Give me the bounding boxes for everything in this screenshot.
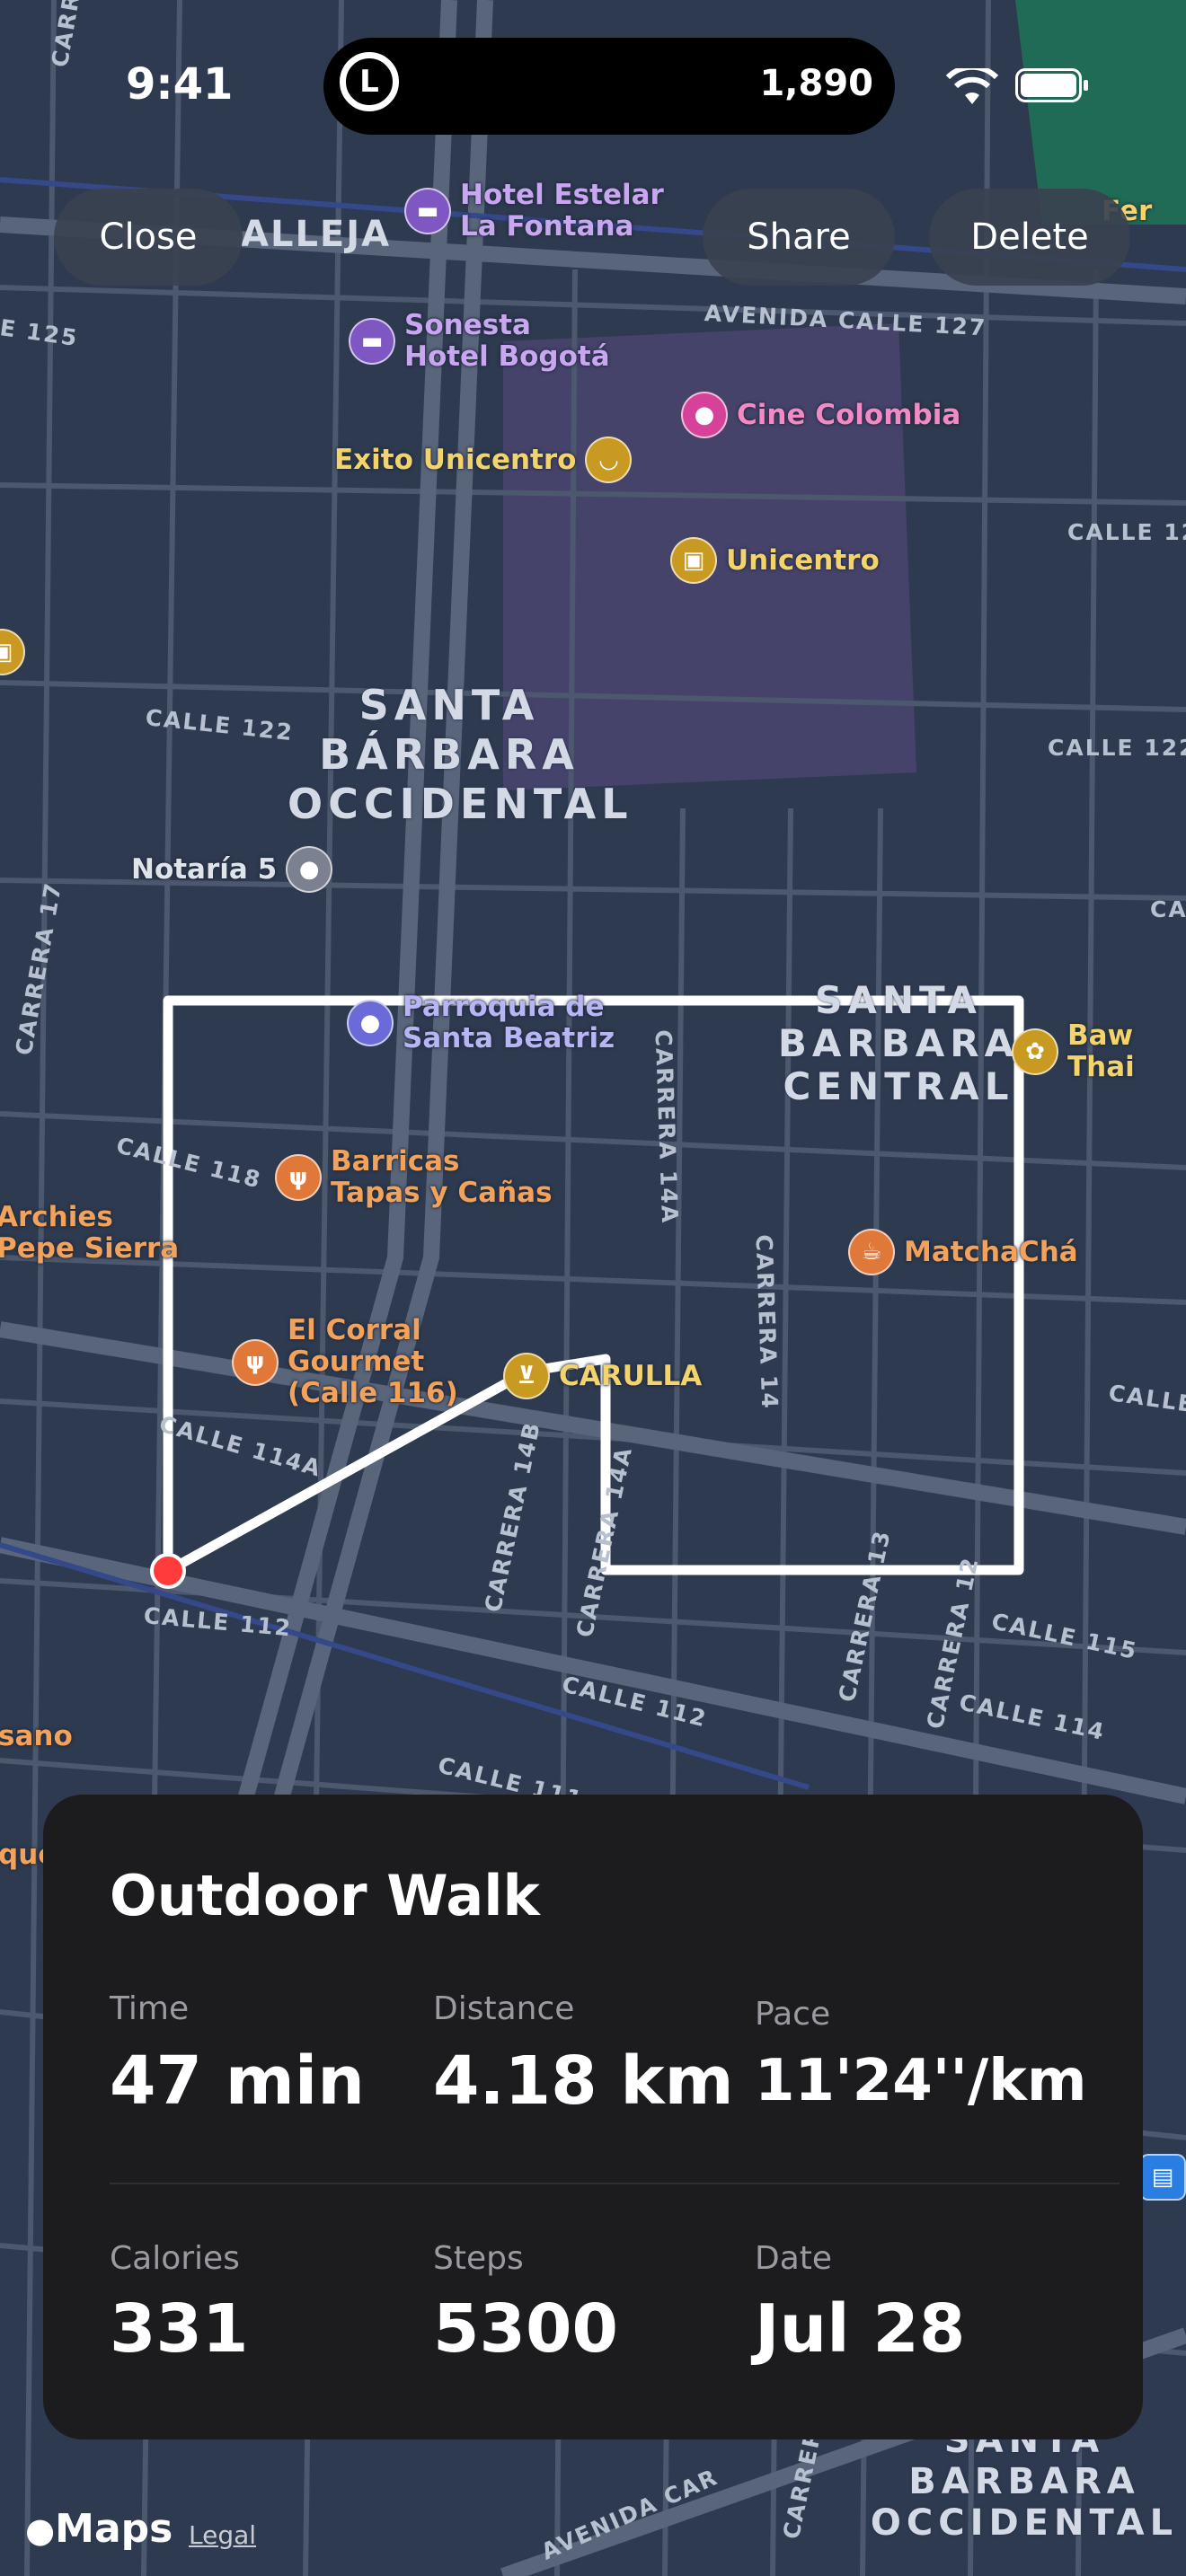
workout-summary-card: Outdoor Walk Time 47 min Distance 4.18 k… bbox=[43, 1795, 1143, 2439]
poi-label: El Corral Gourmet (Calle 116) bbox=[288, 1314, 458, 1409]
status-time: 9:41 bbox=[126, 59, 234, 110]
stat-time-label: Time bbox=[110, 1990, 190, 2027]
stat-distance-label: Distance bbox=[433, 1990, 575, 2027]
lotus-icon: ✿ bbox=[1012, 1028, 1058, 1075]
poi-barricas[interactable]: ψ Barricas Tapas y Cañas bbox=[275, 1146, 553, 1209]
poi-briefcase[interactable]: ▣ bbox=[0, 629, 25, 675]
street-label: CAL bbox=[1150, 896, 1186, 922]
poi-parroquia[interactable]: ● Parroquia de Santa Beatriz bbox=[347, 992, 615, 1054]
poi-transit[interactable]: ▤ bbox=[1139, 2154, 1186, 2201]
workout-title: Outdoor Walk bbox=[110, 1863, 540, 1928]
cup-icon: ☕ bbox=[848, 1229, 895, 1275]
battery-icon bbox=[1015, 68, 1088, 102]
divider bbox=[110, 2183, 1120, 2184]
stat-steps-label: Steps bbox=[433, 2240, 524, 2277]
poi-label: Unicentro bbox=[726, 543, 880, 577]
poi-unicentro[interactable]: ▣ Unicentro bbox=[670, 537, 880, 584]
poi-label: MatchaChá bbox=[904, 1235, 1078, 1268]
legal-link[interactable]: Legal bbox=[189, 2520, 256, 2550]
poi-archies[interactable]: Archies Pepe Sierra bbox=[0, 1202, 179, 1265]
train-icon: ▤ bbox=[1139, 2154, 1186, 2201]
fork-knife-icon: ψ bbox=[232, 1338, 279, 1386]
poi-baw-thai[interactable]: ✿ Baw Thai bbox=[1012, 1020, 1186, 1083]
street-label: CALLE 122 bbox=[1048, 735, 1186, 761]
bed-icon: ▬ bbox=[349, 318, 395, 365]
stat-time-value: 47 min bbox=[110, 2042, 365, 2120]
bag-icon: ▣ bbox=[670, 537, 717, 584]
poi-label: Archies Pepe Sierra bbox=[0, 1201, 180, 1265]
status-bar: 9:41 L 1,890 bbox=[0, 0, 1186, 171]
island-steps: 1,890 bbox=[759, 63, 873, 104]
poi-label: Notaría 5 bbox=[131, 852, 278, 886]
district-label: SANTA BARBARA CENTRAL bbox=[777, 978, 1020, 1108]
poi-label: Hotel Estelar La Fontana bbox=[460, 179, 664, 243]
stat-steps-value: 5300 bbox=[433, 2290, 618, 2368]
activity-ring-icon: L bbox=[340, 52, 399, 111]
poi-matchacha[interactable]: ☕ MatchaChá bbox=[848, 1229, 1078, 1275]
poi-label: CARULLA bbox=[559, 1359, 703, 1392]
poi-label: Baw Thai bbox=[1067, 1019, 1135, 1083]
delete-button[interactable]: Delete bbox=[929, 189, 1130, 286]
apple-icon: ● bbox=[25, 2510, 56, 2550]
poi-label: Barricas Tapas y Cañas bbox=[331, 1145, 553, 1209]
stat-calories-label: Calories bbox=[110, 2240, 240, 2277]
stat-distance-value: 4.18 km bbox=[433, 2042, 734, 2120]
street-label: CALLE 124 bbox=[1067, 519, 1186, 545]
stat-date-label: Date bbox=[755, 2240, 833, 2277]
stat-calories-value: 331 bbox=[110, 2290, 249, 2368]
stat-pace-value: 11'24''/km bbox=[755, 2048, 1087, 2114]
dynamic-island[interactable]: L 1,890 bbox=[323, 38, 895, 135]
poi-el-corral[interactable]: ψ El Corral Gourmet (Calle 116) bbox=[232, 1315, 458, 1409]
street-label: ALLEJA bbox=[241, 214, 392, 255]
maps-logo: ●Maps bbox=[25, 2506, 173, 2552]
stat-pace-label: Pace bbox=[755, 1996, 831, 2033]
poi-notaria[interactable]: ● Notaría 5 bbox=[131, 846, 333, 893]
district-label: SANTA BÁRBARA OCCIDENTAL bbox=[288, 681, 633, 828]
poi-label: Exito Unicentro bbox=[334, 443, 577, 476]
poi-label: Cine Colombia bbox=[737, 398, 961, 431]
dot-icon: ● bbox=[286, 846, 333, 893]
screen: ALLEJA AVENIDA CALLE 127 CALLE 124 CALLE… bbox=[0, 0, 1186, 2576]
poi-cine-colombia[interactable]: ● Cine Colombia bbox=[681, 392, 960, 438]
stat-date-value: Jul 28 bbox=[755, 2290, 966, 2368]
poi-carulla[interactable]: ⊻ CARULLA bbox=[503, 1353, 702, 1399]
poi-label: Parroquia de Santa Beatriz bbox=[403, 991, 615, 1054]
cart-icon: ⊻ bbox=[503, 1353, 550, 1399]
poi-exito-unicentro[interactable]: ◡ Exito Unicentro bbox=[334, 437, 633, 483]
start-marker bbox=[150, 1553, 186, 1589]
bed-icon: ▬ bbox=[404, 188, 451, 234]
close-button[interactable]: Close bbox=[54, 189, 243, 286]
fork-knife-icon: ψ bbox=[275, 1154, 322, 1201]
share-button[interactable]: Share bbox=[703, 189, 895, 286]
camera-icon: ● bbox=[681, 392, 728, 438]
basket-icon: ◡ bbox=[585, 437, 633, 483]
poi-label: Sonesta Hotel Bogotá bbox=[404, 309, 610, 373]
briefcase-icon: ▣ bbox=[0, 629, 25, 675]
dot-icon: ● bbox=[347, 1000, 394, 1046]
poi-sonesta[interactable]: ▬ Sonesta Hotel Bogotá bbox=[349, 310, 610, 373]
poi-hotel-estelar[interactable]: ▬ Hotel Estelar La Fontana bbox=[404, 180, 664, 243]
poi-label: sano bbox=[0, 1720, 73, 1752]
wifi-icon bbox=[945, 68, 999, 104]
poi-sano[interactable]: sano bbox=[0, 1721, 73, 1752]
